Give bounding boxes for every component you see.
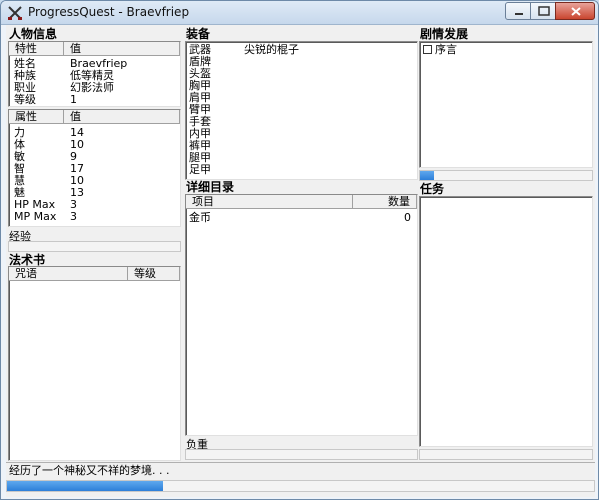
character-header-value[interactable]: 值 bbox=[64, 42, 180, 56]
character-row-key: 等级 bbox=[14, 93, 36, 106]
stat-key: MP Max bbox=[14, 210, 57, 223]
quests-section-title: 任务 bbox=[420, 182, 445, 196]
plot-item-checkbox[interactable] bbox=[423, 45, 432, 54]
inventory-list[interactable]: 项目 数量 金币 0 bbox=[185, 194, 418, 436]
spellbook-list[interactable]: 咒语 等级 bbox=[8, 266, 181, 461]
equipment-list[interactable]: 武器 尖锐的棍子 盾牌 头盔 胸甲 肩甲 臂甲 手套 内甲 裤甲 腿甲 足甲 bbox=[185, 41, 418, 180]
quest-progress-bar bbox=[419, 449, 593, 460]
character-sheet-list[interactable]: 特性 值 姓名 Braevfriep 种族 低等精灵 职业 幻影法师 等级 1 bbox=[8, 41, 181, 107]
app-window: ProgressQuest - Braevfriep 人物信息 特性 值 姓名 … bbox=[0, 0, 599, 500]
maximize-icon bbox=[538, 6, 550, 16]
plot-section-title: 剧情发展 bbox=[420, 27, 469, 41]
stats-list[interactable]: 属性 值 力 14 体 10 敏 9 智 17 慧 10 魅 13 HP Max… bbox=[8, 109, 181, 227]
status-text: 经历了一个神秘又不祥的梦境. . . bbox=[9, 464, 170, 477]
stats-header-value[interactable]: 值 bbox=[64, 110, 180, 124]
status-bar: 经历了一个神秘又不祥的梦境. . . bbox=[6, 462, 595, 479]
title-bar[interactable]: ProgressQuest - Braevfriep bbox=[1, 1, 598, 25]
character-header-trait[interactable]: 特性 bbox=[9, 42, 64, 56]
window-title: ProgressQuest - Braevfriep bbox=[28, 5, 190, 19]
equipment-section-title: 装备 bbox=[186, 27, 211, 41]
stat-value: 3 bbox=[70, 210, 77, 223]
stats-header-attribute[interactable]: 属性 bbox=[9, 110, 64, 124]
encumbrance-bar bbox=[185, 449, 418, 460]
client-area: 人物信息 特性 值 姓名 Braevfriep 种族 低等精灵 职业 幻影法师 … bbox=[6, 25, 595, 497]
close-button[interactable] bbox=[555, 2, 595, 20]
inventory-header-item[interactable]: 项目 bbox=[186, 195, 353, 209]
minimize-button[interactable] bbox=[505, 2, 531, 20]
experience-bar bbox=[8, 241, 181, 252]
spellbook-header-level[interactable]: 等级 bbox=[128, 267, 180, 281]
inventory-item-name: 金币 bbox=[189, 211, 211, 224]
equipment-item: 尖锐的棍子 bbox=[244, 43, 299, 56]
plot-progress-bar bbox=[419, 170, 593, 181]
character-section-title: 人物信息 bbox=[9, 27, 58, 41]
quests-list[interactable] bbox=[419, 196, 593, 447]
task-progress-bar bbox=[6, 480, 595, 492]
character-row-value: 1 bbox=[70, 93, 77, 106]
spellbook-header-spell[interactable]: 咒语 bbox=[9, 267, 128, 281]
plot-item-label: 序言 bbox=[435, 43, 457, 56]
inventory-section-title: 详细目录 bbox=[186, 180, 235, 194]
plot-list[interactable]: 序言 bbox=[419, 41, 593, 168]
close-icon bbox=[571, 7, 581, 16]
equipment-slot: 足甲 bbox=[189, 163, 211, 176]
maximize-button[interactable] bbox=[530, 2, 556, 20]
plot-progress-fill bbox=[420, 171, 434, 180]
task-progress-fill bbox=[7, 481, 163, 491]
inventory-item-qty: 0 bbox=[404, 211, 411, 224]
minimize-icon bbox=[515, 13, 523, 15]
inventory-header-qty[interactable]: 数量 bbox=[353, 195, 417, 209]
spellbook-section-title: 法术书 bbox=[9, 253, 46, 267]
sword-crossed-icon bbox=[8, 6, 22, 20]
